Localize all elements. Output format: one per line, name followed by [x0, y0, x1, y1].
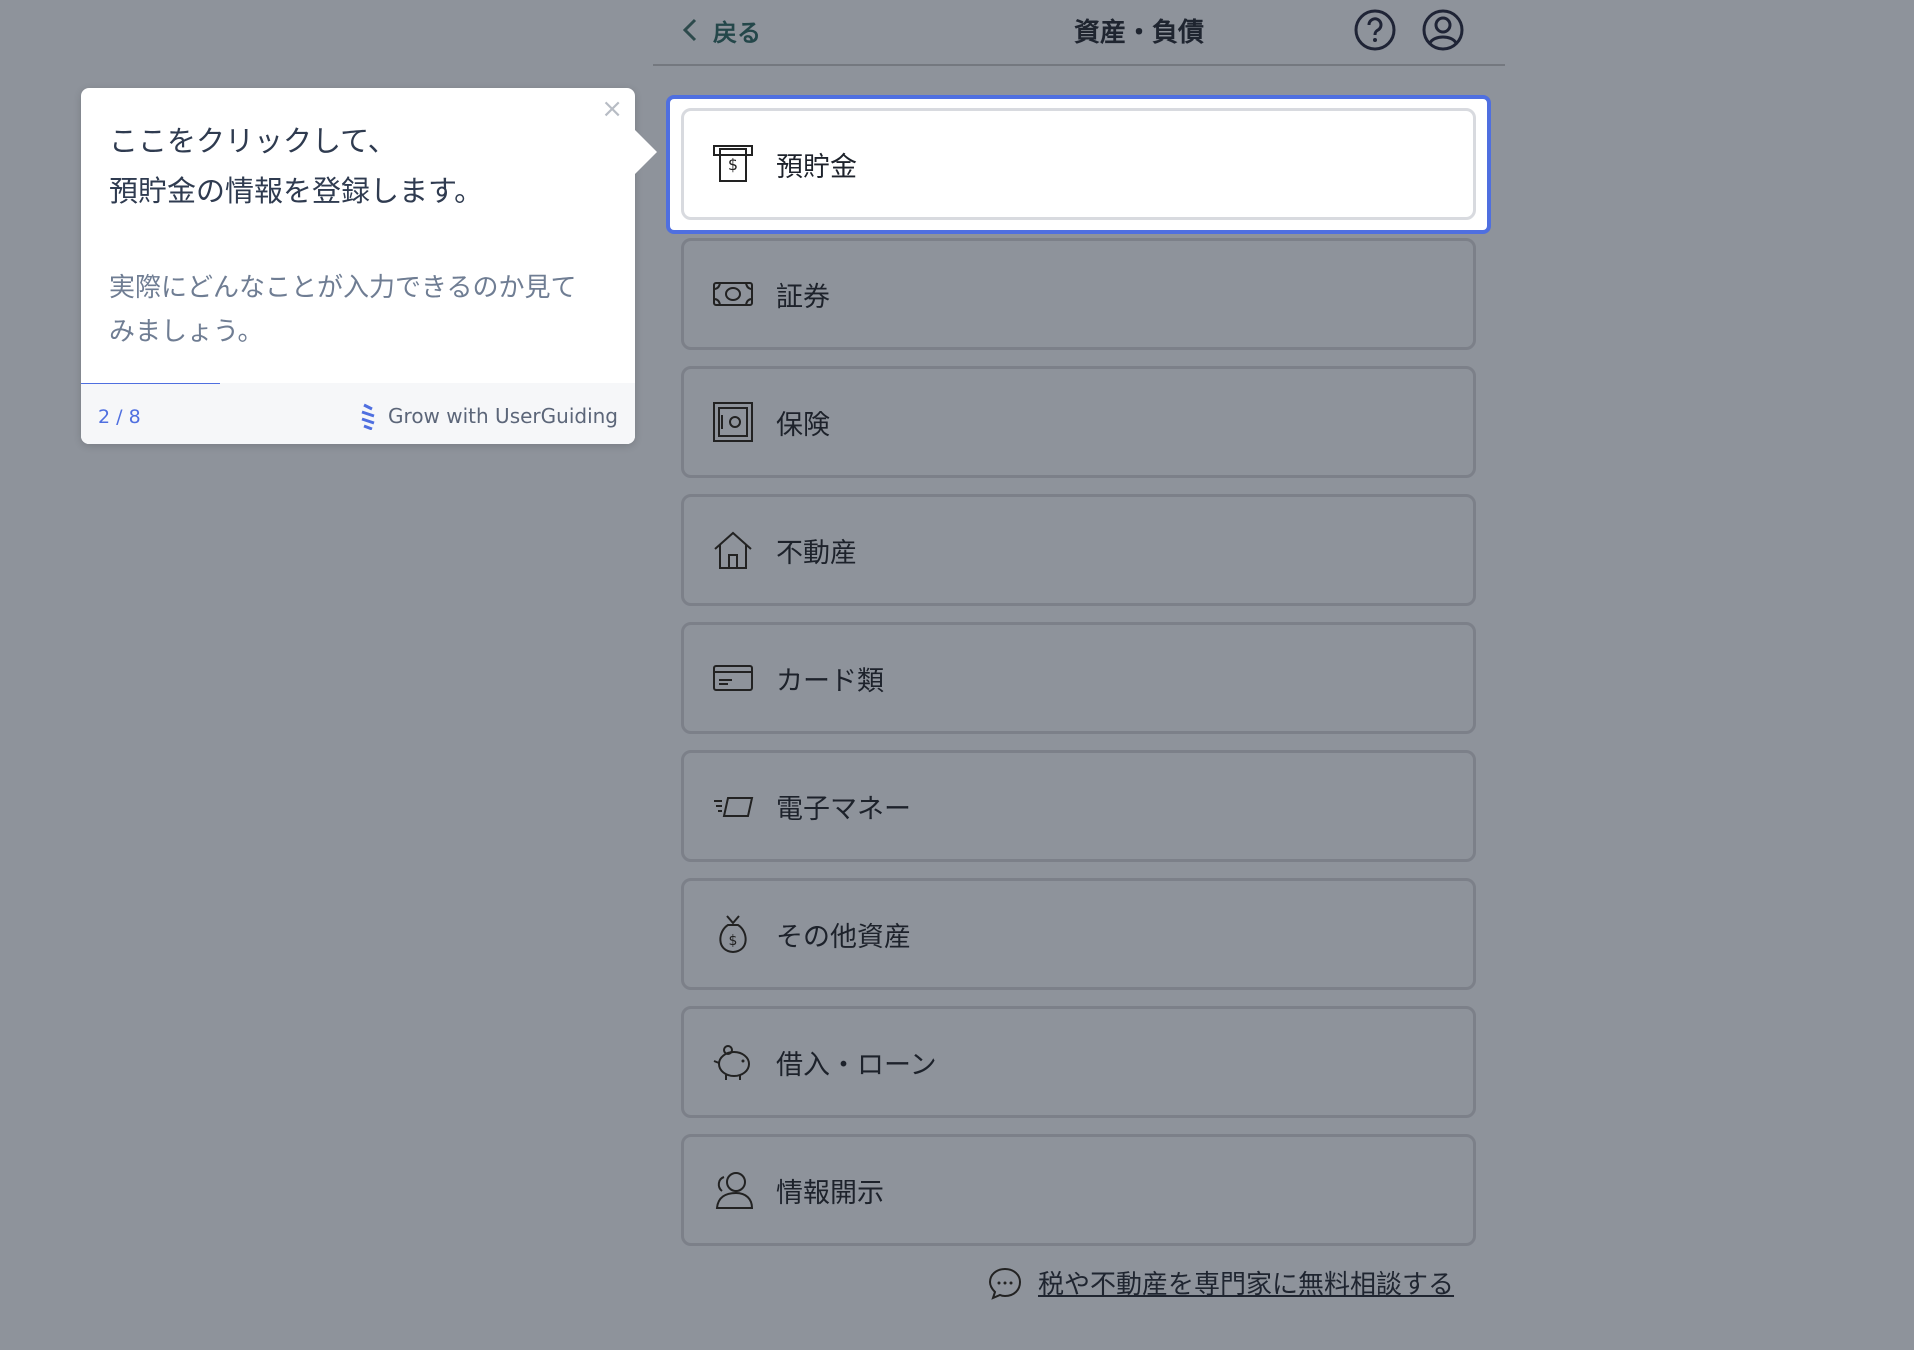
tooltip-arrow: [633, 128, 657, 176]
asset-item-label: カード類: [776, 665, 884, 697]
chat-bubble-icon: [988, 1267, 1022, 1300]
piggy-bank-icon: [712, 1041, 754, 1083]
atm-icon: $: [712, 143, 754, 185]
user-account-icon[interactable]: [1421, 8, 1465, 52]
userguiding-brand-link[interactable]: Grow with UserGuiding: [360, 402, 618, 430]
card-icon: [712, 657, 754, 699]
e-money-icon: [712, 785, 754, 827]
asset-item-label: 電子マネー: [776, 793, 911, 825]
asset-item-label: 預貯金: [776, 151, 857, 183]
money-bag-icon: $: [712, 913, 754, 955]
asset-item-label: 証券: [776, 281, 830, 313]
help-icon[interactable]: [1353, 8, 1397, 52]
svg-text:$: $: [729, 933, 738, 949]
asset-item-label: その他資産: [776, 921, 911, 953]
page-title-text: 資産・負債: [1073, 18, 1204, 48]
asset-item-label: 情報開示: [776, 1177, 884, 1209]
tooltip-body: 実際にどんなことが入力できるのか見て みましょう。: [109, 266, 609, 354]
asset-item-label: 借入・ローン: [776, 1049, 937, 1081]
asset-item-cards[interactable]: カード類: [681, 622, 1476, 734]
asset-item-real-estate[interactable]: 不動産: [681, 494, 1476, 606]
house-icon: [712, 529, 754, 571]
userguiding-logo-icon: [361, 403, 375, 430]
tooltip-body-line: みましょう。: [109, 317, 264, 347]
safe-icon: [712, 401, 754, 443]
tooltip-heading-line: 預貯金の情報を登録します。: [109, 174, 484, 208]
consult-link-label: 税や不動産を専門家に無料相談する: [1038, 1270, 1455, 1300]
svg-text:$: $: [728, 155, 738, 174]
brand-label: Grow with UserGuiding: [388, 404, 618, 428]
header: 戻る 資産・負債: [653, 0, 1505, 66]
person-icon: [712, 1169, 754, 1211]
tooltip-body-line: 実際にどんなことが入力できるのか見て: [109, 273, 577, 303]
asset-item-label: 保険: [776, 409, 830, 441]
asset-item-other-assets[interactable]: $ その他資産: [681, 878, 1476, 990]
asset-item-securities[interactable]: 証券: [681, 238, 1476, 350]
tooltip-heading: ここをクリックして、 預貯金の情報を登録します。: [109, 116, 609, 216]
asset-item-insurance[interactable]: 保険: [681, 366, 1476, 478]
tooltip-footer: 2 / 8 Grow with UserGuiding: [81, 384, 635, 444]
step-counter: 2 / 8: [98, 406, 141, 428]
asset-item-e-money[interactable]: 電子マネー: [681, 750, 1476, 862]
asset-item-savings[interactable]: $ 預貯金: [681, 108, 1476, 220]
asset-item-disclosure[interactable]: 情報開示: [681, 1134, 1476, 1246]
asset-item-label: 不動産: [776, 537, 857, 569]
tooltip-heading-line: ここをクリックして、: [109, 124, 397, 158]
consult-link[interactable]: 税や不動産を専門家に無料相談する: [988, 1264, 1454, 1301]
onboarding-tooltip: × ここをクリックして、 預貯金の情報を登録します。 実際にどんなことが入力でき…: [81, 88, 657, 444]
banknote-icon: [712, 273, 754, 315]
asset-item-loans[interactable]: 借入・ローン: [681, 1006, 1476, 1118]
